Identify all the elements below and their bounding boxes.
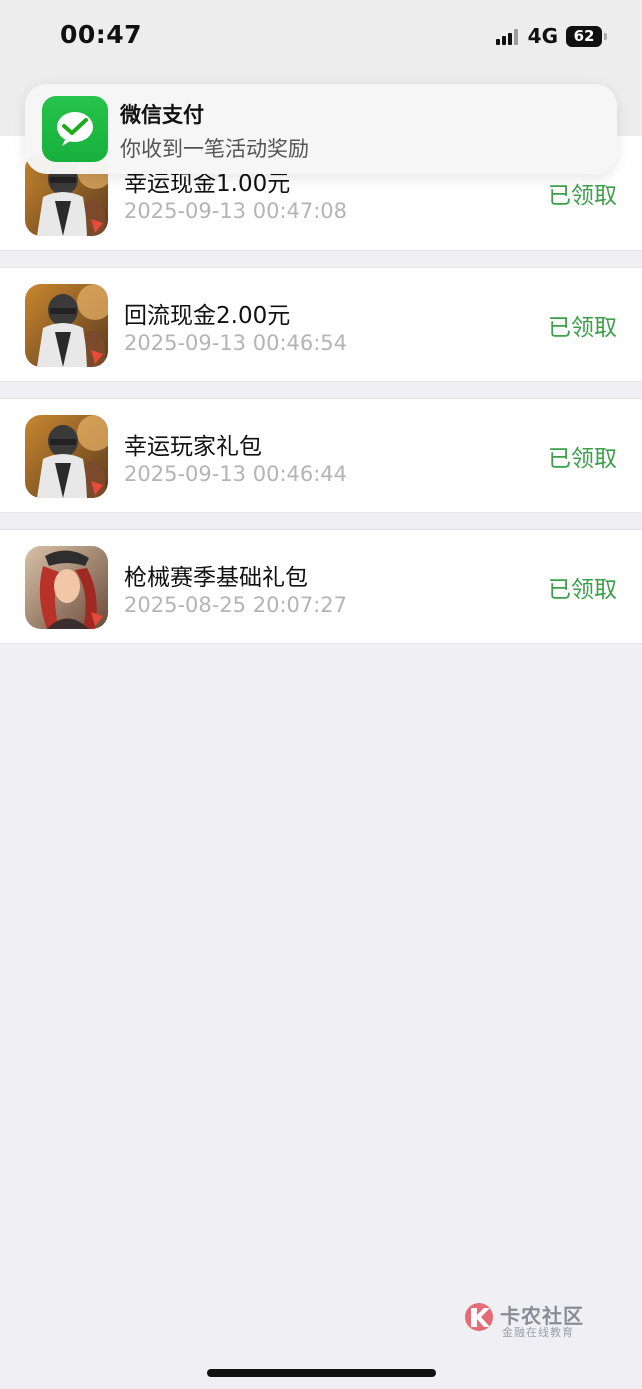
watermark-subtitle: 金融在线教育 [502,1326,574,1339]
reward-status: 已领取 [548,577,617,603]
home-indicator[interactable] [207,1369,436,1377]
reward-row[interactable]: 回流现金2.00元 2025-09-13 00:46:54 已领取 [0,267,642,382]
battery-icon: 62 [566,25,607,47]
notification-title: 微信支付 [120,103,204,127]
pubg-game-icon [25,284,108,367]
reward-status: 已领取 [548,183,617,209]
reward-time: 2025-09-13 00:46:54 [124,331,348,355]
watermark: 卡农社区 金融在线教育 [462,1300,592,1340]
reward-time: 2025-08-25 20:07:27 [124,593,348,617]
notification-banner[interactable]: 微信支付 你收到一笔活动奖励 [25,84,617,174]
reward-list: 幸运现金1.00元 2025-09-13 00:47:08 已领取 回流现金2.… [0,136,642,660]
status-time: 00:47 [60,20,143,49]
reward-title: 幸运玩家礼包 [124,434,262,460]
network-type: 4G [527,24,558,48]
pubg-game-icon [25,415,108,498]
reward-row[interactable]: 枪械赛季基础礼包 2025-08-25 20:07:27 已领取 [0,529,642,644]
character-game-icon [25,546,108,629]
reward-status: 已领取 [548,315,617,341]
reward-row[interactable]: 幸运玩家礼包 2025-09-13 00:46:44 已领取 [0,398,642,513]
reward-title: 枪械赛季基础礼包 [124,565,308,591]
kanong-logo-icon [462,1300,496,1334]
reward-time: 2025-09-13 00:46:44 [124,462,348,486]
notification-message: 你收到一笔活动奖励 [120,137,309,161]
battery-level: 62 [573,26,595,45]
status-bar: 00:47 4G 62 [0,0,642,72]
wechat-pay-icon [42,96,108,162]
reward-time: 2025-09-13 00:47:08 [124,199,348,223]
reward-title: 回流现金2.00元 [124,303,291,329]
reward-status: 已领取 [548,446,617,472]
status-indicators: 4G 62 [495,23,607,49]
signal-icon [495,27,520,45]
